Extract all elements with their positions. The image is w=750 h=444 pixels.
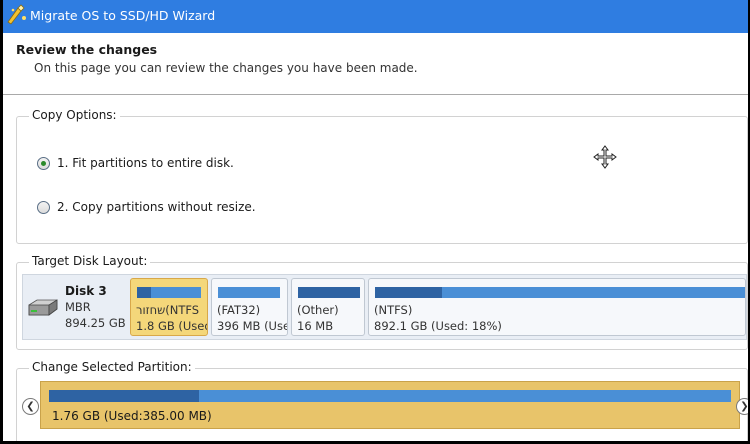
- option-copy-without-resize-label: 2. Copy partitions without resize.: [57, 200, 256, 214]
- radio-unchecked-icon[interactable]: [37, 200, 50, 214]
- option-fit-partitions-label: 1. Fit partitions to entire disk.: [57, 156, 234, 170]
- selected-partition-panel[interactable]: 1.76 GB (Used:385.00 MB): [40, 381, 740, 429]
- wizard-app-icon: [7, 4, 26, 25]
- chevron-left-icon: ❮: [26, 400, 35, 412]
- partition-used-bar: [298, 287, 360, 298]
- partition-info: 892.1 GB (Used: 18%): [374, 319, 502, 333]
- title-bar: Migrate OS to SSD/HD Wizard: [3, 0, 748, 33]
- scroll-left-button[interactable]: ❮: [22, 398, 39, 415]
- selected-partition-bar: [49, 390, 731, 402]
- change-partition-label: Change Selected Partition:: [29, 360, 195, 374]
- option-copy-without-resize[interactable]: 2. Copy partitions without resize.: [37, 200, 256, 214]
- disk-map: Disk 3 MBR 894.25 GB שחזור(NTFS 1.8 GB (…: [22, 274, 747, 340]
- partition-info: 16 MB: [297, 319, 334, 333]
- copy-options-group: Copy Options: 1. Fit partitions to entir…: [16, 108, 748, 244]
- disk-type: MBR: [65, 300, 91, 314]
- partition-info: 396 MB (Use: [217, 319, 288, 333]
- partition-usage-bar: [218, 287, 280, 298]
- move-cursor-icon: [593, 145, 617, 169]
- partition-usage-bar: [375, 287, 745, 298]
- target-disk-label: Target Disk Layout:: [29, 254, 151, 268]
- window-title: Migrate OS to SSD/HD Wizard: [30, 8, 216, 23]
- hard-disk-icon: [28, 299, 58, 316]
- partition-block[interactable]: (NTFS) 892.1 GB (Used: 18%): [368, 278, 746, 336]
- partition-block[interactable]: (Other) 16 MB: [291, 278, 365, 336]
- partition-usage-bar: [298, 287, 360, 298]
- partition-name: (NTFS): [374, 303, 413, 317]
- partition-block[interactable]: שחזור(NTFS 1.8 GB (Used:: [130, 278, 208, 336]
- chevron-right-icon: ❯: [740, 400, 748, 412]
- selected-partition-info: 1.76 GB (Used:385.00 MB): [52, 409, 212, 423]
- partition-usage-bar: [137, 287, 201, 298]
- partition-used-bar: [375, 287, 443, 298]
- radio-checked-icon[interactable]: [37, 156, 50, 170]
- wizard-header: Review the changes On this page you can …: [3, 33, 748, 95]
- partition-name: (Other): [297, 303, 339, 317]
- page-title: Review the changes: [16, 42, 158, 57]
- option-fit-partitions[interactable]: 1. Fit partitions to entire disk.: [37, 156, 234, 170]
- partition-info: 1.8 GB (Used:: [136, 319, 208, 333]
- copy-options-label: Copy Options:: [29, 108, 120, 122]
- scroll-right-button[interactable]: ❯: [736, 398, 748, 415]
- page-subtitle: On this page you can review the changes …: [34, 61, 418, 75]
- target-disk-group: Target Disk Layout: Disk 3 MBR 894.25 GB: [16, 254, 748, 350]
- partition-name: שחזור(NTFS: [136, 303, 200, 317]
- selected-partition-used-bar: [49, 390, 200, 402]
- partition-used-bar: [137, 287, 152, 298]
- disk-name: Disk 3: [65, 284, 107, 298]
- wizard-window: Migrate OS to SSD/HD Wizard Review the c…: [3, 0, 748, 441]
- disk-size: 894.25 GB: [65, 316, 126, 330]
- disk-info[interactable]: Disk 3 MBR 894.25 GB: [23, 275, 127, 339]
- partition-block[interactable]: (FAT32) 396 MB (Use: [211, 278, 288, 336]
- wizard-content: Copy Options: 1. Fit partitions to entir…: [3, 96, 748, 441]
- partition-name: (FAT32): [217, 303, 261, 317]
